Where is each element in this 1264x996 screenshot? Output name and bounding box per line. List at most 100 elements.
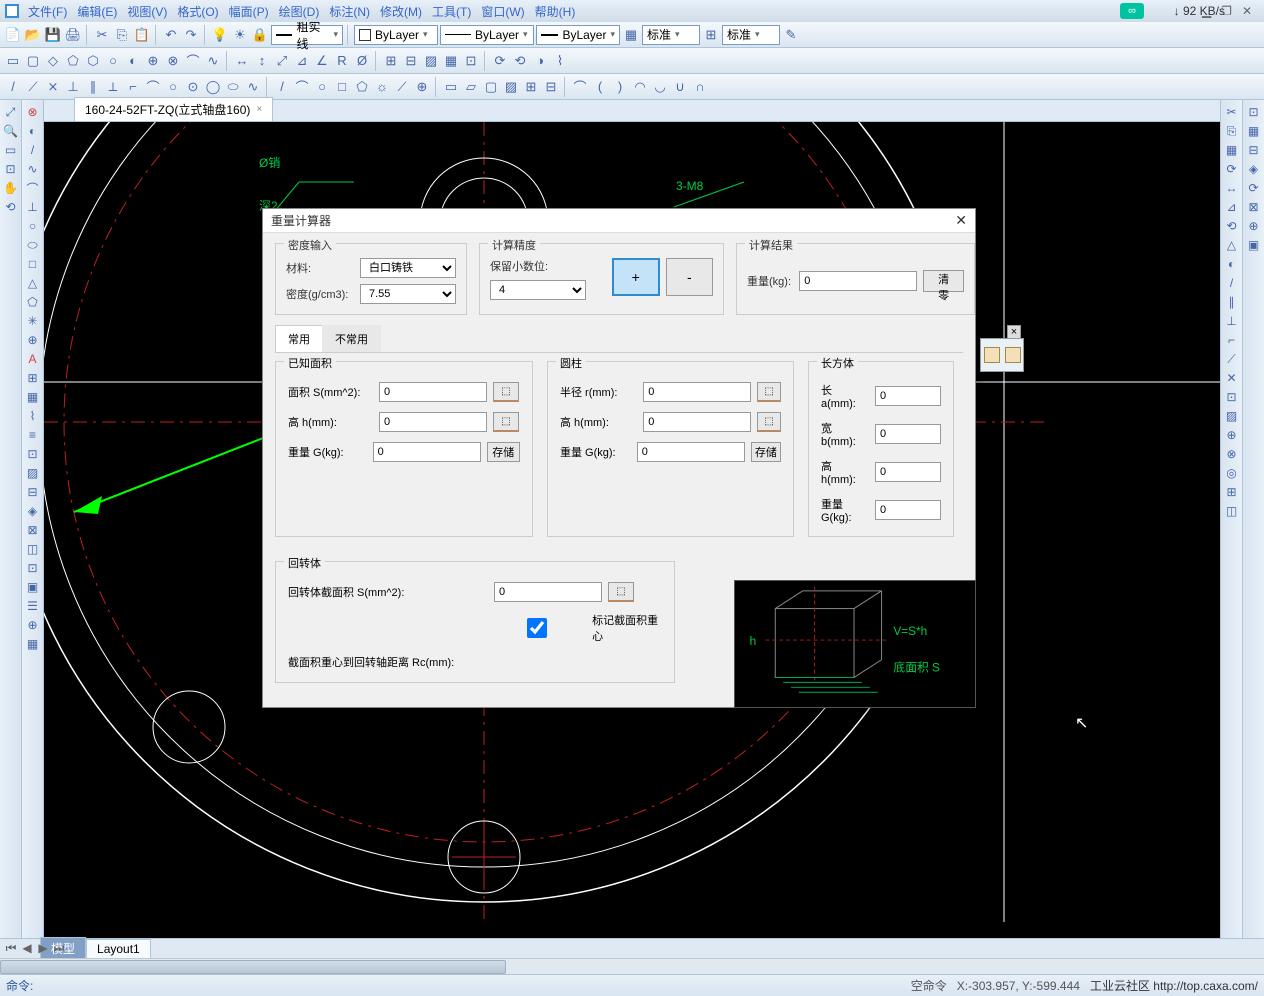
t3-11[interactable]: ◯ <box>204 78 222 96</box>
cub-g-input[interactable] <box>875 500 941 520</box>
palette-icon[interactable]: ▦ <box>622 26 640 44</box>
t3-3[interactable]: ⨯ <box>44 78 62 96</box>
t3-7[interactable]: ⌐ <box>124 78 142 96</box>
t2-12[interactable]: ↔ <box>233 52 251 70</box>
density-select[interactable]: 7.55 <box>360 284 456 304</box>
textstyle-dropdown[interactable]: 标准 <box>722 25 780 45</box>
l2-28[interactable]: ⊕ <box>25 617 41 633</box>
t2-1[interactable]: ▭ <box>4 52 22 70</box>
lock-icon[interactable]: 🔒 <box>251 26 269 44</box>
l2-8[interactable]: ⬭ <box>25 237 41 253</box>
t2-9[interactable]: ⊗ <box>164 52 182 70</box>
rtt3[interactable]: ⊟ <box>1246 142 1262 158</box>
lt6[interactable]: ⟲ <box>3 199 19 215</box>
dim-icon[interactable]: ⊞ <box>702 26 720 44</box>
area-g-input[interactable] <box>373 442 481 462</box>
rtt8[interactable]: ▣ <box>1246 237 1262 253</box>
save-icon[interactable]: 💾 <box>44 26 62 44</box>
rt17[interactable]: ▨ <box>1224 408 1240 424</box>
t2-19[interactable]: ⊞ <box>382 52 400 70</box>
menu-draw[interactable]: 绘图(D) <box>275 1 324 22</box>
print-icon[interactable]: 🖨 <box>64 26 82 44</box>
rt18[interactable]: ⊕ <box>1224 427 1240 443</box>
pick-r-icon[interactable]: ⬚ <box>757 382 781 402</box>
t3-23[interactable]: ▱ <box>462 78 480 96</box>
t2-11[interactable]: ∿ <box>204 52 222 70</box>
menu-modify[interactable]: 修改(M) <box>376 1 426 22</box>
t3-33[interactable]: ∪ <box>671 78 689 96</box>
decimals-select[interactable]: 4 <box>490 280 586 300</box>
menu-edit[interactable]: 编辑(E) <box>73 1 121 22</box>
t3-21[interactable]: ⊕ <box>413 78 431 96</box>
pick-area-icon[interactable]: ⬚ <box>493 382 519 402</box>
paste-icon[interactable]: 📋 <box>133 26 151 44</box>
menu-tools[interactable]: 工具(T) <box>428 1 475 22</box>
material-select[interactable]: 白口铸铁 <box>360 258 456 278</box>
l2-25[interactable]: ⊡ <box>25 560 41 576</box>
l2-3[interactable]: / <box>25 142 41 158</box>
t2-4[interactable]: ⬠ <box>64 52 82 70</box>
t3-9[interactable]: ○ <box>164 78 182 96</box>
t3-30[interactable]: ) <box>611 78 629 96</box>
t2-6[interactable]: ○ <box>104 52 122 70</box>
t3-4[interactable]: ⊥ <box>64 78 82 96</box>
cyl-r-input[interactable] <box>643 382 751 402</box>
sun-icon[interactable]: ☀ <box>231 26 249 44</box>
t2-25[interactable]: ⟲ <box>511 52 529 70</box>
open-icon[interactable]: 📂 <box>24 26 42 44</box>
weight-output[interactable] <box>799 271 917 291</box>
rt22[interactable]: ◫ <box>1224 503 1240 519</box>
t3-31[interactable]: ◠ <box>631 78 649 96</box>
l2-29[interactable]: ▦ <box>25 636 41 652</box>
l2-26[interactable]: ▣ <box>25 579 41 595</box>
l2-12[interactable]: ✳ <box>25 313 41 329</box>
t3-6[interactable]: ⟂ <box>104 78 122 96</box>
mini-panel-close-icon[interactable]: × <box>1007 325 1021 339</box>
t3-18[interactable]: ⬠ <box>353 78 371 96</box>
dialog-close-icon[interactable]: ✕ <box>955 212 967 229</box>
rt15[interactable]: ✕ <box>1224 370 1240 386</box>
l2-9[interactable]: □ <box>25 256 41 272</box>
rtt2[interactable]: ▦ <box>1246 123 1262 139</box>
t3-16[interactable]: ○ <box>313 78 331 96</box>
mini-swatch-1[interactable] <box>984 347 1000 363</box>
l2-7[interactable]: ○ <box>25 218 41 234</box>
rt3[interactable]: ▦ <box>1224 142 1240 158</box>
tab-uncommon[interactable]: 不常用 <box>322 325 381 352</box>
t2-22[interactable]: ▦ <box>442 52 460 70</box>
t2-14[interactable]: ⤢ <box>273 52 291 70</box>
rt21[interactable]: ⊞ <box>1224 484 1240 500</box>
rtt1[interactable]: ⊡ <box>1246 104 1262 120</box>
restore-icon[interactable]: ❐ <box>1217 2 1236 20</box>
menu-dim[interactable]: 标注(N) <box>325 1 374 22</box>
menu-help[interactable]: 帮助(H) <box>531 1 580 22</box>
rev-s-input[interactable] <box>494 582 602 602</box>
clear-button[interactable]: 清零 <box>923 270 964 292</box>
rt16[interactable]: ⊡ <box>1224 389 1240 405</box>
t2-13[interactable]: ↕ <box>253 52 271 70</box>
redo-icon[interactable]: ↷ <box>182 26 200 44</box>
close-icon[interactable]: ✕ <box>1238 2 1256 20</box>
l2-21[interactable]: ⊟ <box>25 484 41 500</box>
cut-icon[interactable]: ✂ <box>93 26 111 44</box>
l2-19[interactable]: ⊡ <box>25 446 41 462</box>
t3-22[interactable]: ▭ <box>442 78 460 96</box>
t3-20[interactable]: ⟋ <box>393 78 411 96</box>
t3-2[interactable]: ⟋ <box>24 78 42 96</box>
cub-a-input[interactable] <box>875 386 941 406</box>
cub-b-input[interactable] <box>875 424 941 444</box>
nav-last-icon[interactable]: ⏭ <box>52 941 66 956</box>
area-s-input[interactable] <box>379 382 487 402</box>
cyl-save-button[interactable]: 存储 <box>751 442 781 462</box>
t2-8[interactable]: ⊕ <box>144 52 162 70</box>
layer-linetype-dropdown[interactable]: ByLayer <box>440 25 534 45</box>
t2-17[interactable]: R <box>333 52 351 70</box>
rtt7[interactable]: ⊕ <box>1246 218 1262 234</box>
rt6[interactable]: ⊿ <box>1224 199 1240 215</box>
lt1[interactable]: ⤢ <box>3 104 19 120</box>
rtt5[interactable]: ⟳ <box>1246 180 1262 196</box>
t2-24[interactable]: ⟳ <box>491 52 509 70</box>
rt20[interactable]: ◎ <box>1224 465 1240 481</box>
l2-15[interactable]: ⊞ <box>25 370 41 386</box>
t3-25[interactable]: ▨ <box>502 78 520 96</box>
